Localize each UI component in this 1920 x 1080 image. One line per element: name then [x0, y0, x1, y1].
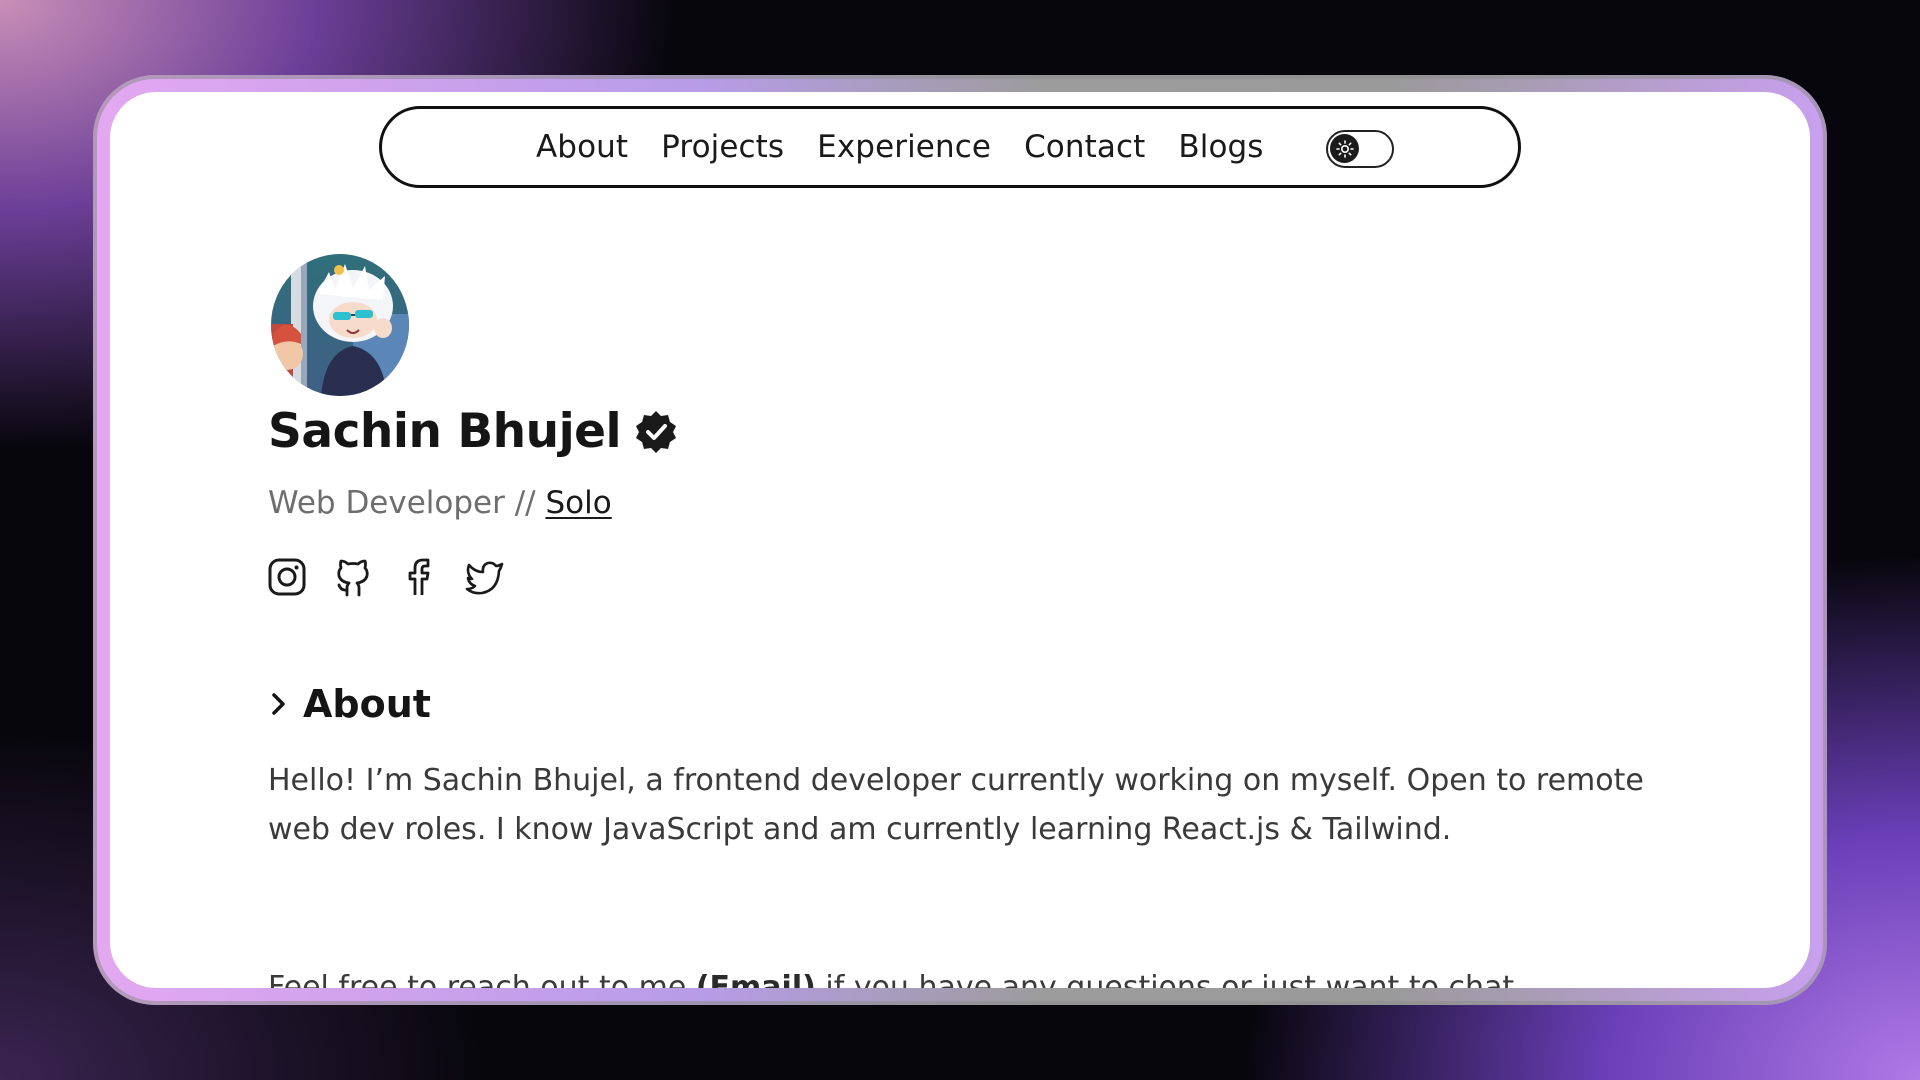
nav-link-blogs[interactable]: Blogs: [1178, 129, 1263, 165]
about-paragraph-1: Hello! I’m Sachin Bhujel, a frontend dev…: [268, 763, 1644, 847]
nav-link-projects[interactable]: Projects: [661, 129, 784, 165]
company-link[interactable]: Solo: [545, 485, 611, 521]
chevron-right-icon: [272, 693, 285, 715]
navbar: About Projects Experience Contact Blogs: [379, 106, 1521, 188]
email-link[interactable]: (Email): [696, 970, 816, 988]
twitter-icon[interactable]: [465, 557, 505, 597]
nav-link-experience[interactable]: Experience: [817, 129, 991, 165]
instagram-icon[interactable]: [267, 557, 307, 597]
nav-link-about[interactable]: About: [536, 129, 628, 165]
profile-role: Web Developer: [268, 485, 505, 521]
about-heading: About: [269, 682, 431, 726]
nav-links: About Projects Experience Contact Blogs: [536, 109, 1264, 185]
name-row: Sachin Bhujel: [268, 404, 679, 459]
avatar: [271, 254, 409, 396]
profile-name: Sachin Bhujel: [268, 404, 622, 459]
verified-badge-icon: [636, 410, 677, 453]
facebook-icon[interactable]: [399, 557, 439, 597]
about-title: About: [303, 682, 431, 726]
sun-icon: [1335, 139, 1354, 158]
portfolio-page: About Projects Experience Contact Blogs: [110, 92, 1810, 988]
about-paragraph-2-end: if you have any questions or just want t…: [815, 970, 1524, 988]
github-icon[interactable]: [333, 557, 373, 597]
about-paragraph-2: Feel free to reach out to me (Email) if …: [268, 963, 1688, 988]
profile-subtitle: Web Developer // Solo: [268, 485, 612, 521]
toggle-knob: [1330, 134, 1359, 163]
about-paragraph-2-start: Feel free to reach out to me: [268, 970, 696, 988]
social-links: [267, 557, 505, 597]
nav-link-contact[interactable]: Contact: [1024, 129, 1145, 165]
subtitle-separator: //: [514, 485, 536, 521]
theme-toggle[interactable]: [1326, 130, 1394, 168]
